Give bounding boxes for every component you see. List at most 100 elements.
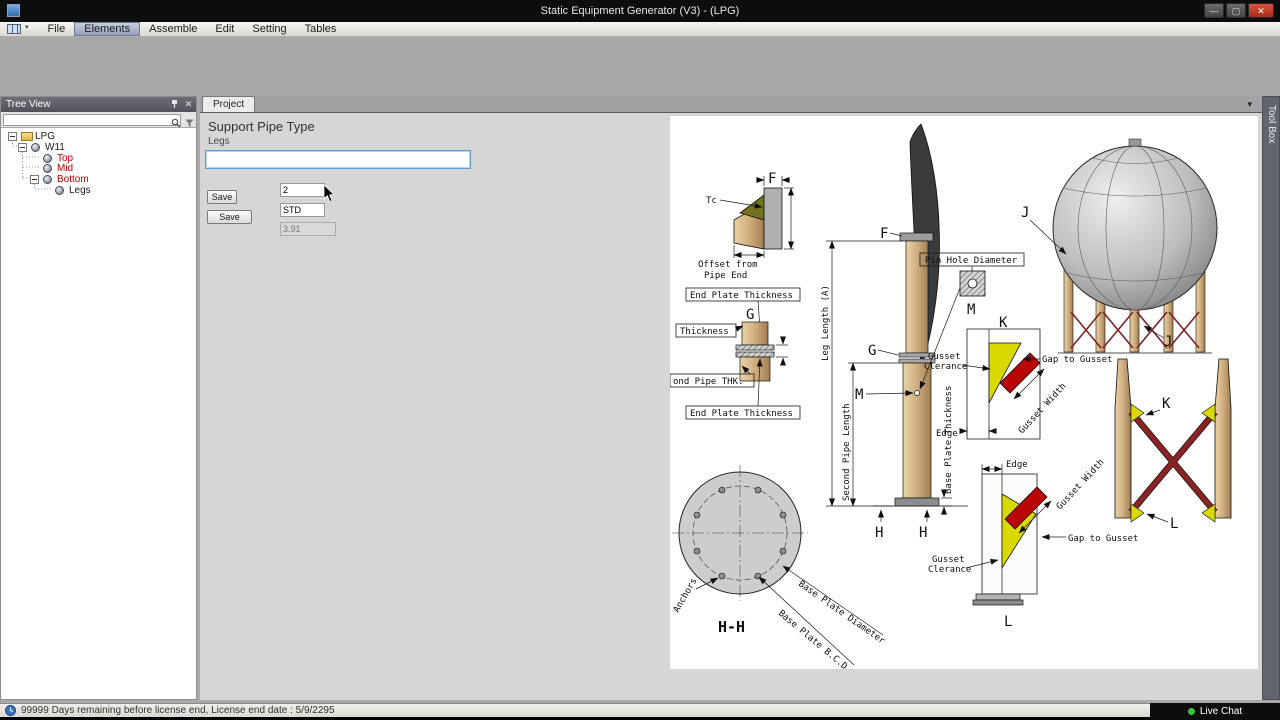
offset-label-1: Offset from (698, 260, 758, 270)
diagram-canvas: Leg Length (A) Second Pipe Length Base P… (669, 116, 1258, 672)
end-plate-bottom-label: End Plate Thickness (690, 409, 793, 419)
live-chat-button[interactable]: Live Chat (1150, 703, 1280, 720)
tree-node-w11[interactable]: W11 (1, 142, 196, 153)
label-m-detail: M (967, 302, 975, 318)
gusset-width-label: Gusset Width (1017, 382, 1069, 436)
statusbar: 99999 Days remaining before license end,… (0, 703, 1280, 717)
maximize-button[interactable]: ▢ (1226, 3, 1246, 18)
menu-edit[interactable]: Edit (206, 22, 243, 36)
chevron-down-icon[interactable]: ▾ (25, 23, 29, 36)
folder-icon (21, 132, 33, 141)
tree-view-title: Tree View (6, 99, 51, 110)
menu-assemble[interactable]: Assemble (140, 22, 206, 36)
bracing-elevation: K L (1114, 358, 1232, 532)
license-status-text: 99999 Days remaining before license end,… (21, 705, 335, 716)
label-k-bracing: K (1162, 396, 1171, 412)
menu-file[interactable]: File (39, 22, 75, 36)
maximize-icon: ▢ (1231, 6, 1241, 16)
tree-view-header: Tree View ✕ (1, 97, 196, 112)
field-label-legs: Legs (208, 136, 230, 147)
tab-project[interactable]: Project (202, 96, 256, 112)
tree-node-mid[interactable]: Mid (1, 163, 196, 174)
gusset-clearance-label-l1: Gusset (932, 555, 965, 565)
toolbox-title: Tool Box (1266, 105, 1277, 144)
save-button-2[interactable]: Save (207, 210, 252, 224)
label-f-detail: F (768, 171, 776, 187)
app-icon[interactable] (7, 4, 20, 17)
tree-body: LPG W11 Top Mid Bottom Legs (1, 128, 196, 699)
save-button-1[interactable]: Save (207, 190, 237, 204)
live-chat-label: Live Chat (1199, 706, 1243, 717)
tree-view-panel: Tree View ✕ LPG W11 Top Mid Bottom Legs (0, 96, 197, 700)
tree-node-label[interactable]: Legs (69, 185, 91, 196)
close-button[interactable]: ✕ (1248, 3, 1274, 18)
tree-search-input[interactable] (3, 114, 181, 126)
tree-search-row (1, 112, 196, 128)
label-m: M (855, 387, 863, 403)
gusset-clearance-label-2: Clerance (924, 362, 967, 372)
page-title: Support Pipe Type (208, 119, 315, 134)
collapse-icon[interactable] (30, 175, 39, 184)
leg-elevation-view: Leg Length (A) Second Pipe Length Base P… (821, 123, 968, 541)
collapse-icon[interactable] (18, 143, 27, 152)
window-title: Static Equipment Generator (V3) - (LPG) (540, 5, 740, 17)
menu-setting[interactable]: Setting (243, 22, 295, 36)
end-plate-top-label: End Plate Thickness (690, 291, 793, 301)
support-pipe-diagram: Leg Length (A) Second Pipe Length Base P… (669, 123, 1232, 672)
gusset-width-label-l: Gusset Width (1055, 458, 1107, 512)
label-l-detail: L (1004, 614, 1012, 630)
mouse-cursor (323, 184, 335, 208)
label-j-top: J (1021, 205, 1029, 221)
menubar: ▾ File Elements Assemble Edit Setting Ta… (0, 22, 1280, 37)
close-icon: ✕ (1257, 6, 1265, 16)
schedule-input[interactable] (280, 203, 325, 217)
tab-overflow-icon[interactable]: ▾ (1247, 99, 1252, 110)
menu-elements[interactable]: Elements (74, 22, 141, 36)
second-pipe-length-label: Second Pipe Length (842, 403, 852, 501)
label-f: F (880, 226, 888, 242)
label-j-bottom: J (1164, 334, 1172, 350)
toolbox-strip[interactable]: Tool Box (1262, 96, 1280, 700)
detail-l: Edge Gusset Width Gap to Gusset Gusset C… (928, 458, 1138, 630)
legs-icon (55, 186, 64, 195)
titlebar: Static Equipment Generator (V3) - (LPG) … (0, 0, 1280, 22)
pipe-type-input[interactable] (205, 150, 471, 169)
tree-node-lpg[interactable]: LPG (1, 131, 196, 142)
tree-node-label[interactable]: W11 (45, 142, 65, 153)
tree-node-label[interactable]: Mid (57, 163, 73, 174)
quantity-input[interactable] (280, 183, 325, 197)
online-status-icon (1187, 708, 1195, 715)
section-icon (43, 175, 52, 184)
tree-node-label[interactable]: LPG (35, 131, 55, 142)
tree-node-label[interactable]: Bottom (57, 174, 89, 185)
section-icon (43, 164, 52, 173)
label-h-left: H (875, 525, 883, 541)
tree-node-bottom[interactable]: Bottom (1, 174, 196, 185)
result-readonly-field (280, 222, 336, 236)
label-h-right: H (919, 525, 927, 541)
section-icon (43, 154, 52, 163)
document-tab-strip: Project ▾ (200, 96, 1262, 112)
edge-label-l: Edge (1006, 460, 1028, 470)
pin-hole-diameter-label: Pin Hole Diameter (925, 256, 1018, 266)
tree-node-legs[interactable]: Legs (1, 185, 196, 196)
close-panel-icon[interactable]: ✕ (183, 99, 194, 110)
project-content: Support Pipe Type Legs Save Save (200, 112, 1262, 700)
menu-tables[interactable]: Tables (296, 22, 346, 36)
section-hh-label: H-H (718, 618, 745, 636)
gusset-clearance-label-l2: Clerance (928, 565, 971, 575)
pin-icon[interactable] (169, 99, 180, 110)
sphere-overview: J J (1021, 138, 1218, 354)
leg-length-label: Leg Length (A) (821, 285, 831, 361)
edge-label: Edge (936, 429, 958, 439)
detail-g: End Plate Thickness G Thickness ond Pipe… (669, 287, 801, 420)
quick-access-icon[interactable] (7, 24, 21, 34)
base-plate-bcd-label: Base Plate B.C.D (776, 609, 849, 669)
gap-to-gusset-label-l: Gap to Gusset (1068, 534, 1138, 544)
detail-f: F Tc Offset from Pipe End (698, 171, 794, 281)
application-window: { "titlebar": { "title": "Static Equipme… (0, 0, 1280, 720)
label-l-bracing: L (1170, 516, 1178, 532)
minimize-button[interactable]: — (1204, 3, 1224, 18)
gap-to-gusset-label: Gap to Gusset (1042, 355, 1112, 365)
collapse-icon[interactable] (8, 132, 17, 141)
